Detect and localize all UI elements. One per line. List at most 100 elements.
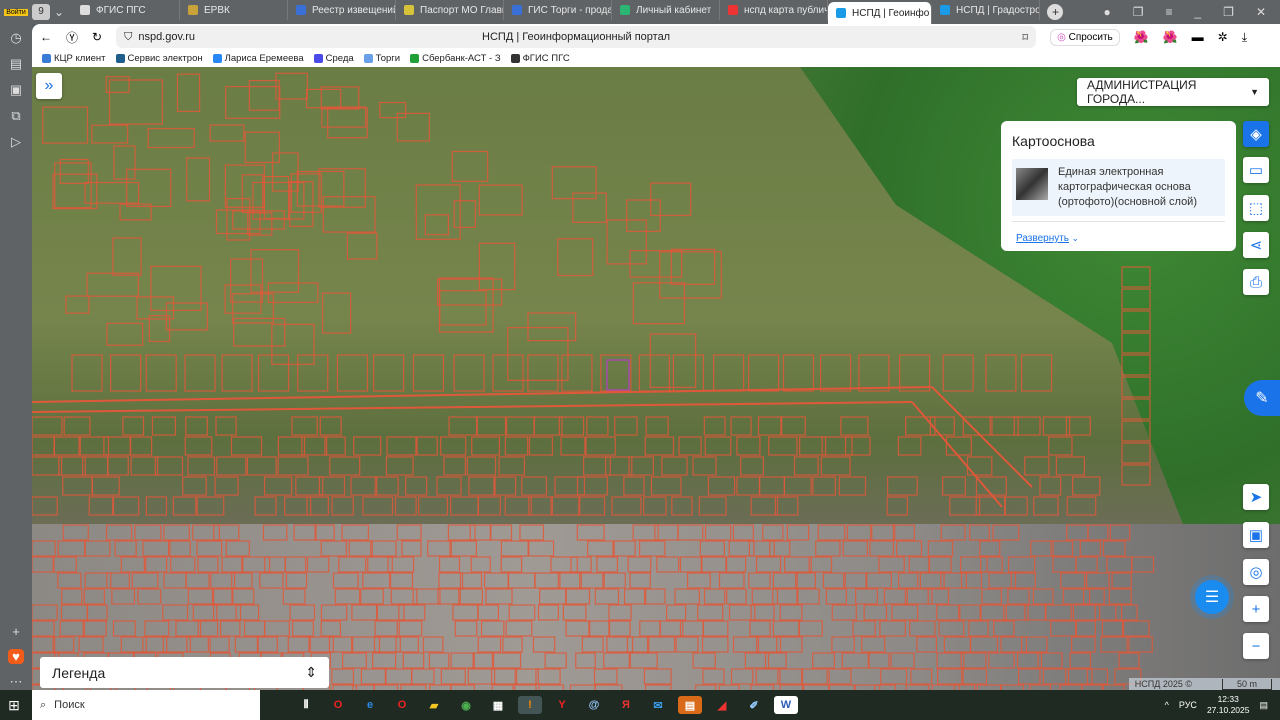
parcel[interactable] bbox=[861, 636, 886, 653]
parcel[interactable] bbox=[84, 540, 111, 557]
parcel[interactable] bbox=[772, 620, 800, 637]
parcel[interactable] bbox=[348, 540, 373, 557]
parcel[interactable] bbox=[808, 556, 833, 573]
browser-tab[interactable]: ФГИС ПГС bbox=[72, 0, 180, 20]
browser-tab[interactable]: ЕРВК bbox=[180, 0, 288, 20]
ask-button[interactable]: ◎ Спросить bbox=[1050, 28, 1120, 46]
parcel[interactable] bbox=[230, 436, 263, 456]
parcel[interactable] bbox=[927, 540, 954, 557]
parcel[interactable] bbox=[656, 556, 680, 573]
parcel[interactable] bbox=[626, 636, 650, 653]
parcel[interactable] bbox=[643, 496, 667, 516]
history-icon[interactable]: ◷ bbox=[10, 30, 21, 46]
parcel[interactable] bbox=[321, 106, 367, 128]
parcel[interactable] bbox=[110, 354, 142, 392]
yandex-home-icon[interactable]: Ⓨ bbox=[66, 29, 78, 46]
parcel[interactable] bbox=[320, 86, 360, 110]
parcel[interactable] bbox=[838, 476, 867, 496]
tab-list-chevron-icon[interactable]: ⌄ bbox=[54, 5, 72, 19]
parcel[interactable] bbox=[844, 436, 871, 456]
parcel[interactable] bbox=[184, 436, 213, 456]
parcel[interactable] bbox=[868, 652, 890, 669]
parcel[interactable] bbox=[130, 456, 159, 476]
parcel[interactable] bbox=[147, 127, 195, 149]
parcel[interactable] bbox=[120, 556, 145, 573]
parcel[interactable] bbox=[285, 572, 308, 589]
parcel[interactable] bbox=[730, 416, 752, 436]
parcel[interactable] bbox=[936, 652, 965, 669]
parcel[interactable] bbox=[196, 540, 223, 557]
parcel[interactable] bbox=[257, 354, 290, 392]
map-view[interactable]: » АДМИНИСТРАЦИЯ ГОРОДА... ▼ Картооснова Е… bbox=[32, 67, 1280, 690]
parcel[interactable] bbox=[137, 588, 162, 605]
parcel[interactable] bbox=[751, 588, 779, 605]
parcel[interactable] bbox=[979, 540, 1001, 557]
parcel[interactable] bbox=[411, 668, 435, 685]
bookmark-item[interactable]: Сервис электрон bbox=[115, 53, 203, 64]
parcel[interactable] bbox=[831, 636, 855, 653]
parcel[interactable] bbox=[632, 282, 685, 325]
parcel[interactable] bbox=[62, 524, 89, 541]
parcel[interactable] bbox=[846, 524, 872, 541]
parcel[interactable] bbox=[1121, 354, 1151, 376]
parcel[interactable] bbox=[702, 668, 725, 685]
parcel[interactable] bbox=[374, 620, 398, 637]
parcel[interactable] bbox=[732, 524, 754, 541]
parcel[interactable] bbox=[82, 620, 107, 637]
parcel[interactable] bbox=[163, 572, 187, 589]
parcel[interactable] bbox=[359, 588, 384, 605]
parcel[interactable] bbox=[869, 540, 894, 557]
parcel[interactable] bbox=[1017, 668, 1041, 685]
parcel[interactable] bbox=[224, 164, 265, 208]
parcel[interactable] bbox=[891, 604, 919, 621]
parcel[interactable] bbox=[527, 354, 559, 392]
parcel[interactable] bbox=[209, 636, 230, 653]
parcel[interactable] bbox=[603, 652, 630, 669]
mail-icon[interactable]: ✉ bbox=[646, 696, 670, 714]
parcel[interactable] bbox=[112, 620, 136, 637]
parcel[interactable] bbox=[703, 416, 726, 436]
parcel[interactable] bbox=[670, 248, 716, 285]
parcel[interactable] bbox=[796, 588, 820, 605]
parcel[interactable] bbox=[105, 524, 133, 541]
parcel[interactable] bbox=[319, 416, 342, 436]
parcel[interactable] bbox=[1010, 572, 1036, 589]
parcel[interactable] bbox=[1071, 476, 1101, 496]
parcel[interactable] bbox=[216, 456, 247, 476]
parcel[interactable] bbox=[1121, 442, 1151, 464]
parcel[interactable] bbox=[629, 572, 651, 589]
parcel[interactable] bbox=[1042, 416, 1071, 436]
parcel[interactable] bbox=[638, 354, 670, 392]
parcel[interactable] bbox=[521, 476, 548, 496]
parcel[interactable] bbox=[219, 620, 241, 637]
parcel[interactable] bbox=[1100, 636, 1128, 653]
parcel[interactable] bbox=[704, 524, 732, 541]
parcel[interactable] bbox=[980, 604, 1007, 621]
minimize-button[interactable]: _ bbox=[1194, 5, 1201, 19]
parcel[interactable] bbox=[798, 620, 823, 637]
parcel[interactable] bbox=[758, 476, 785, 496]
parcel[interactable] bbox=[736, 476, 761, 496]
parcel[interactable] bbox=[692, 652, 716, 669]
parcel[interactable] bbox=[389, 572, 414, 589]
parcel[interactable] bbox=[256, 636, 278, 653]
parcel[interactable] bbox=[385, 456, 414, 476]
parcel[interactable] bbox=[63, 416, 91, 436]
parcel[interactable] bbox=[32, 456, 63, 476]
parcel[interactable] bbox=[71, 354, 103, 392]
parcel[interactable] bbox=[459, 572, 483, 589]
browser-tab[interactable]: НСПД | Градострои bbox=[932, 0, 1040, 20]
parcel[interactable] bbox=[985, 354, 1017, 392]
parcel[interactable] bbox=[468, 476, 496, 496]
parcel[interactable] bbox=[168, 540, 191, 557]
parcel[interactable] bbox=[908, 556, 930, 573]
parcel[interactable] bbox=[106, 322, 144, 346]
parcel[interactable] bbox=[578, 496, 606, 516]
parcel[interactable] bbox=[113, 145, 136, 180]
more-icon[interactable]: ⋯ bbox=[10, 674, 23, 690]
parcel[interactable] bbox=[402, 652, 425, 669]
parcel[interactable] bbox=[725, 556, 747, 573]
parcel[interactable] bbox=[1121, 288, 1151, 310]
parcel[interactable] bbox=[570, 556, 592, 573]
parcel[interactable] bbox=[379, 101, 407, 119]
